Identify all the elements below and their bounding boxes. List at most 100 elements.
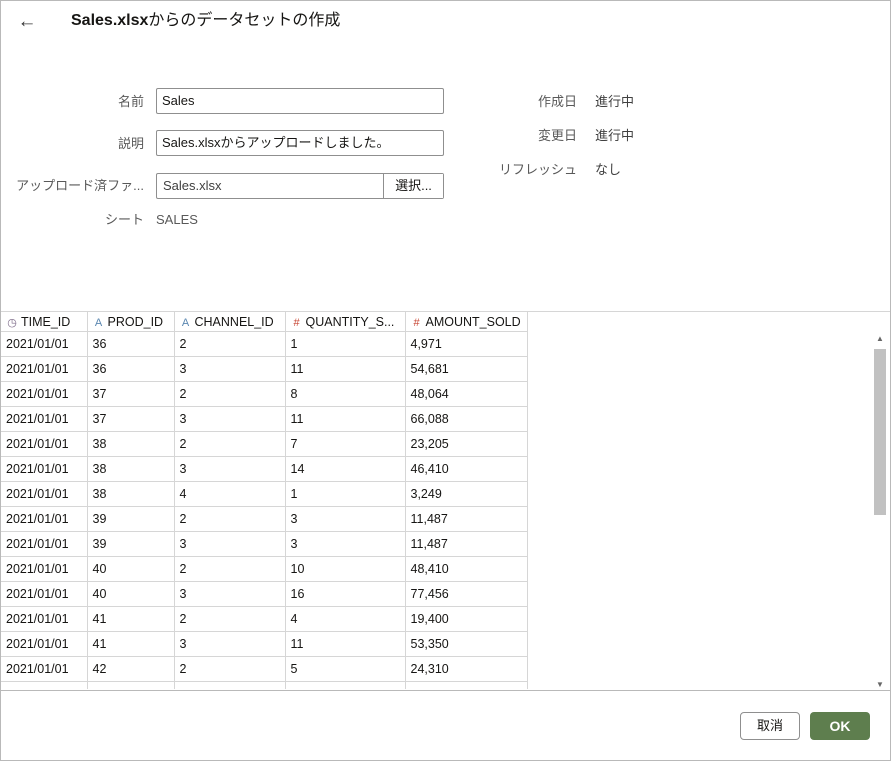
table-cell: 40 xyxy=(87,581,175,607)
table-cell: 38 xyxy=(87,456,175,482)
number-type-icon: # xyxy=(293,316,300,329)
uploaded-file-name: Sales.xlsx xyxy=(163,178,222,193)
table-cell: 10 xyxy=(285,556,406,582)
table-cell: 2021/01/01 xyxy=(1,656,88,682)
column-header-prod-id[interactable]: A PROD_ID xyxy=(87,312,175,332)
table-row xyxy=(1,681,528,689)
table-cell: 11 xyxy=(285,356,406,382)
table-cell: 54,681 xyxy=(405,356,528,382)
scroll-down-icon[interactable]: ▼ xyxy=(876,680,884,689)
column-header-label: AMOUNT_SOLD xyxy=(425,314,521,329)
table-cell: 2 xyxy=(174,506,286,532)
table-cell: 19,400 xyxy=(405,606,528,632)
table-cell: 11 xyxy=(285,631,406,657)
table-cell: 2021/01/01 xyxy=(1,606,88,632)
description-input[interactable]: Sales.xlsxからアップロードしました。 xyxy=(156,130,444,156)
table-row: 2021/01/01 40 3 16 77,456 xyxy=(1,581,528,607)
table-cell: 2021/01/01 xyxy=(1,356,88,382)
table-cell: 3 xyxy=(174,581,286,607)
table-cell: 2 xyxy=(174,431,286,457)
cancel-button[interactable]: 取消 xyxy=(740,712,800,740)
table-cell: 66,088 xyxy=(405,406,528,432)
create-dataset-dialog: ← Sales.xlsxからのデータセットの作成 名前 Sales 説明 Sal… xyxy=(0,0,891,761)
scroll-thumb[interactable] xyxy=(874,349,886,515)
table-cell: 3 xyxy=(285,506,406,532)
table-row: 2021/01/01 42 2 5 24,310 xyxy=(1,656,528,682)
arrow-left-icon[interactable]: ← xyxy=(15,10,39,34)
uploaded-file-field: Sales.xlsx 選択... xyxy=(156,173,444,199)
table-cell: 2021/01/01 xyxy=(1,631,88,657)
table-cell: 2021/01/01 xyxy=(1,406,88,432)
table-cell: 2021/01/01 xyxy=(1,481,88,507)
created-value: 進行中 xyxy=(595,94,635,109)
table-cell: 41 xyxy=(87,631,175,657)
table-row: 2021/01/01 41 3 11 53,350 xyxy=(1,631,528,657)
data-table: ◷ TIME_ID A PROD_ID A CHANNEL_ID # QUANTITY_S..… xyxy=(1,312,528,689)
scroll-up-icon[interactable]: ▲ xyxy=(876,334,884,343)
table-cell: 2021/01/01 xyxy=(1,531,88,557)
description-label: 説明 xyxy=(117,136,144,151)
table-cell: 38 xyxy=(87,431,175,457)
table-cell: 2 xyxy=(174,606,286,632)
text-type-icon: A xyxy=(94,316,103,329)
table-cell: 2 xyxy=(174,656,286,682)
table-cell: 36 xyxy=(87,356,175,382)
table-row: 2021/01/01 36 2 1 4,971 xyxy=(1,331,528,357)
table-row: 2021/01/01 38 4 1 3,249 xyxy=(1,481,528,507)
sheet-value: SALES xyxy=(156,212,198,227)
table-cell: 16 xyxy=(285,581,406,607)
column-header-time-id[interactable]: ◷ TIME_ID xyxy=(1,312,88,332)
table-cell: 8 xyxy=(285,381,406,407)
data-preview-grid: ◷ TIME_ID A PROD_ID A CHANNEL_ID # QUANTITY_S..… xyxy=(1,312,871,689)
table-cell: 2021/01/01 xyxy=(1,506,88,532)
table-cell: 11,487 xyxy=(405,506,528,532)
table-cell: 3 xyxy=(174,631,286,657)
uploaded-file-label: アップロード済ファ... xyxy=(16,178,144,193)
table-cell: 2021/01/01 xyxy=(1,331,88,357)
table-cell: 77,456 xyxy=(405,581,528,607)
column-header-quantity-s[interactable]: # QUANTITY_S... xyxy=(285,312,406,332)
table-cell: 38 xyxy=(87,481,175,507)
table-cell: 3 xyxy=(174,406,286,432)
select-file-button[interactable]: 選択... xyxy=(383,174,443,198)
refresh-value: なし xyxy=(595,162,622,177)
table-row: 2021/01/01 36 3 11 54,681 xyxy=(1,356,528,382)
table-cell: 48,410 xyxy=(405,556,528,582)
table-cell xyxy=(405,681,528,689)
column-header-label: TIME_ID xyxy=(21,314,71,329)
table-cell: 37 xyxy=(87,406,175,432)
modified-value: 進行中 xyxy=(595,128,635,143)
table-cell: 7 xyxy=(285,431,406,457)
table-cell: 39 xyxy=(87,531,175,557)
table-cell xyxy=(1,681,88,689)
column-header-channel-id[interactable]: A CHANNEL_ID xyxy=(174,312,286,332)
header-row: ◷ TIME_ID A PROD_ID A CHANNEL_ID # QUANTITY_S..… xyxy=(1,312,528,332)
vertical-scrollbar[interactable]: ▲ ▼ xyxy=(872,334,888,689)
table-cell: 46,410 xyxy=(405,456,528,482)
table-cell: 48,064 xyxy=(405,381,528,407)
column-header-label: CHANNEL_ID xyxy=(194,314,274,329)
table-cell: 24,310 xyxy=(405,656,528,682)
table-cell: 4 xyxy=(285,606,406,632)
table-cell: 3,249 xyxy=(405,481,528,507)
table-cell: 3 xyxy=(285,531,406,557)
table-cell: 53,350 xyxy=(405,631,528,657)
table-row: 2021/01/01 39 2 3 11,487 xyxy=(1,506,528,532)
table-row: 2021/01/01 40 2 10 48,410 xyxy=(1,556,528,582)
table-cell xyxy=(87,681,175,689)
ok-button[interactable]: OK xyxy=(810,712,870,740)
table-cell: 42 xyxy=(87,656,175,682)
name-input[interactable]: Sales xyxy=(156,88,444,114)
column-header-amount-sold[interactable]: # AMOUNT_SOLD xyxy=(405,312,528,332)
table-cell: 2 xyxy=(174,381,286,407)
table-cell: 2021/01/01 xyxy=(1,456,88,482)
title-text: からのデータセットの作成 xyxy=(148,12,341,29)
table-row: 2021/01/01 39 3 3 11,487 xyxy=(1,531,528,557)
column-header-label: QUANTITY_S... xyxy=(305,314,395,329)
table-cell: 40 xyxy=(87,556,175,582)
table-row: 2021/01/01 38 3 14 46,410 xyxy=(1,456,528,482)
table-cell: 14 xyxy=(285,456,406,482)
text-type-icon: A xyxy=(181,316,190,329)
column-header-label: PROD_ID xyxy=(107,314,164,329)
table-cell: 4 xyxy=(174,481,286,507)
